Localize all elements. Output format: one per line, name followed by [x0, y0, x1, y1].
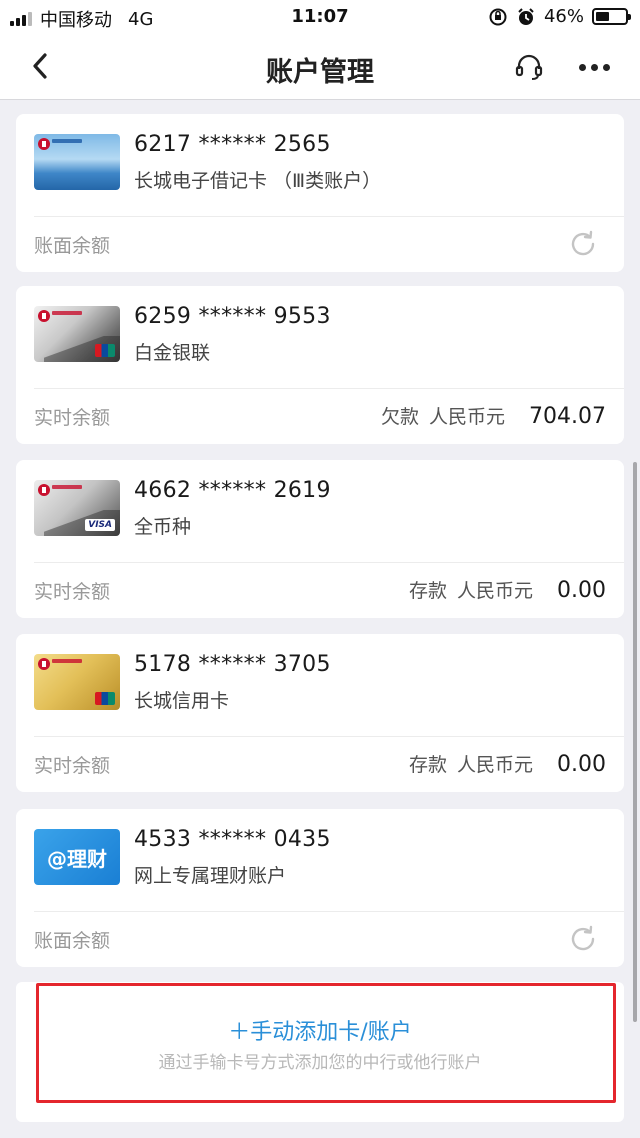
- card-number: 4662 ****** 2619: [134, 478, 331, 503]
- chevron-left-icon: [33, 53, 47, 79]
- orientation-lock-icon: [489, 8, 507, 25]
- balance-row: 账面余额: [16, 912, 624, 967]
- balance-row: 账面余额: [16, 217, 624, 272]
- balance-row: 实时余额 存款 人民币元 0.00: [16, 563, 624, 618]
- bank-logo-icon: [38, 310, 50, 322]
- card-name: 长城电子借记卡 （Ⅲ类账户）: [134, 170, 382, 192]
- customer-service-button[interactable]: [510, 48, 548, 86]
- balance-label: 实时余额: [34, 755, 111, 777]
- scrollbar[interactable]: [633, 462, 637, 1022]
- refresh-icon[interactable]: [568, 924, 598, 954]
- balance-label: 实时余额: [34, 407, 111, 429]
- battery-percent: 46%: [543, 6, 584, 27]
- account-card[interactable]: @理财 4533 ****** 0435 网上专属理财账户 账面余额: [16, 809, 624, 967]
- bank-tag: [52, 485, 82, 489]
- balance-type: 存款: [408, 580, 447, 602]
- card-image: [34, 306, 120, 362]
- balance-amount: 704.07: [529, 404, 606, 429]
- bank-tag: [52, 311, 82, 315]
- balance-type: 欠款: [380, 406, 419, 428]
- battery-icon: [592, 8, 631, 25]
- nav-bar: 账户管理: [0, 34, 640, 100]
- card-name: 长城信用卡: [134, 690, 230, 712]
- balance-value: 存款 人民币元 0.00: [409, 750, 606, 777]
- bank-logo-icon: [38, 658, 50, 670]
- card-image: @理财: [34, 829, 120, 885]
- alarm-icon: [518, 7, 534, 25]
- card-number: 4533 ****** 0435: [134, 827, 331, 852]
- bank-logo-icon: [38, 484, 50, 496]
- bank-logo-icon: [38, 138, 50, 150]
- card-name: 全币种: [134, 516, 192, 538]
- account-card-header[interactable]: 6217 ****** 2565 长城电子借记卡 （Ⅲ类账户）: [16, 114, 624, 214]
- add-account-subtitle: 通过手输卡号方式添加您的中行或他行账户: [158, 1053, 482, 1073]
- refresh-icon[interactable]: [568, 229, 598, 259]
- card-image: VISA: [34, 480, 120, 536]
- account-card-header[interactable]: 5178 ****** 3705 长城信用卡: [16, 634, 624, 734]
- balance-label: 账面余额: [34, 235, 111, 257]
- balance-value: 存款 人民币元 0.00: [409, 576, 606, 603]
- balance-amount: 0.00: [557, 578, 606, 603]
- status-right: 46%: [488, 6, 631, 27]
- status-bar: 中国移动 4G 11:07 46%: [0, 0, 640, 34]
- account-card[interactable]: 5178 ****** 3705 长城信用卡 实时余额 存款 人民币元 0.00: [16, 634, 624, 792]
- card-name: 白金银联: [134, 342, 211, 364]
- balance-row: 实时余额 存款 人民币元 0.00: [16, 737, 624, 792]
- back-button[interactable]: [22, 48, 58, 84]
- balance-currency: 人民币元: [457, 754, 534, 776]
- account-card[interactable]: 6259 ****** 9553 白金银联 实时余额 欠款 人民币元 704.0…: [16, 286, 624, 444]
- unionpay-icon: [95, 344, 115, 357]
- card-number: 6259 ****** 9553: [134, 304, 331, 329]
- balance-currency: 人民币元: [457, 580, 534, 602]
- more-button[interactable]: [572, 48, 616, 86]
- card-number: 6217 ****** 2565: [134, 132, 331, 157]
- more-dot: [602, 63, 610, 71]
- unionpay-icon: [95, 692, 115, 705]
- card-image: [34, 654, 120, 710]
- visa-icon: VISA: [85, 519, 115, 531]
- more-horizontal-icon: [578, 63, 586, 71]
- account-card[interactable]: VISA 4662 ****** 2619 全币种 实时余额 存款 人民币元 0…: [16, 460, 624, 618]
- bank-tag: [52, 659, 82, 663]
- balance-value: 欠款 人民币元 704.07: [381, 402, 606, 429]
- balance-row: 实时余额 欠款 人民币元 704.07: [16, 389, 624, 444]
- card-image-label: @理财: [47, 846, 107, 871]
- account-card[interactable]: 6217 ****** 2565 长城电子借记卡 （Ⅲ类账户） 账面余额: [16, 114, 624, 272]
- headset-icon: [515, 54, 543, 80]
- balance-label: 实时余额: [34, 581, 111, 603]
- more-dot: [590, 63, 598, 71]
- balance-label: 账面余额: [34, 930, 111, 952]
- bank-tag: [52, 139, 82, 143]
- balance-amount: 0.00: [557, 752, 606, 777]
- card-number: 5178 ****** 3705: [134, 652, 331, 677]
- battery-level: [596, 12, 609, 21]
- card-image: [34, 134, 120, 190]
- balance-type: 存款: [408, 754, 447, 776]
- account-card-header[interactable]: VISA 4662 ****** 2619 全币种: [16, 460, 624, 560]
- account-card-header[interactable]: @理财 4533 ****** 0435 网上专属理财账户: [16, 809, 624, 909]
- card-name: 网上专属理财账户: [134, 865, 287, 887]
- add-account-title[interactable]: ＋手动添加卡/账户: [0, 1014, 640, 1046]
- account-card-header[interactable]: 6259 ****** 9553 白金银联: [16, 286, 624, 386]
- balance-currency: 人民币元: [429, 406, 506, 428]
